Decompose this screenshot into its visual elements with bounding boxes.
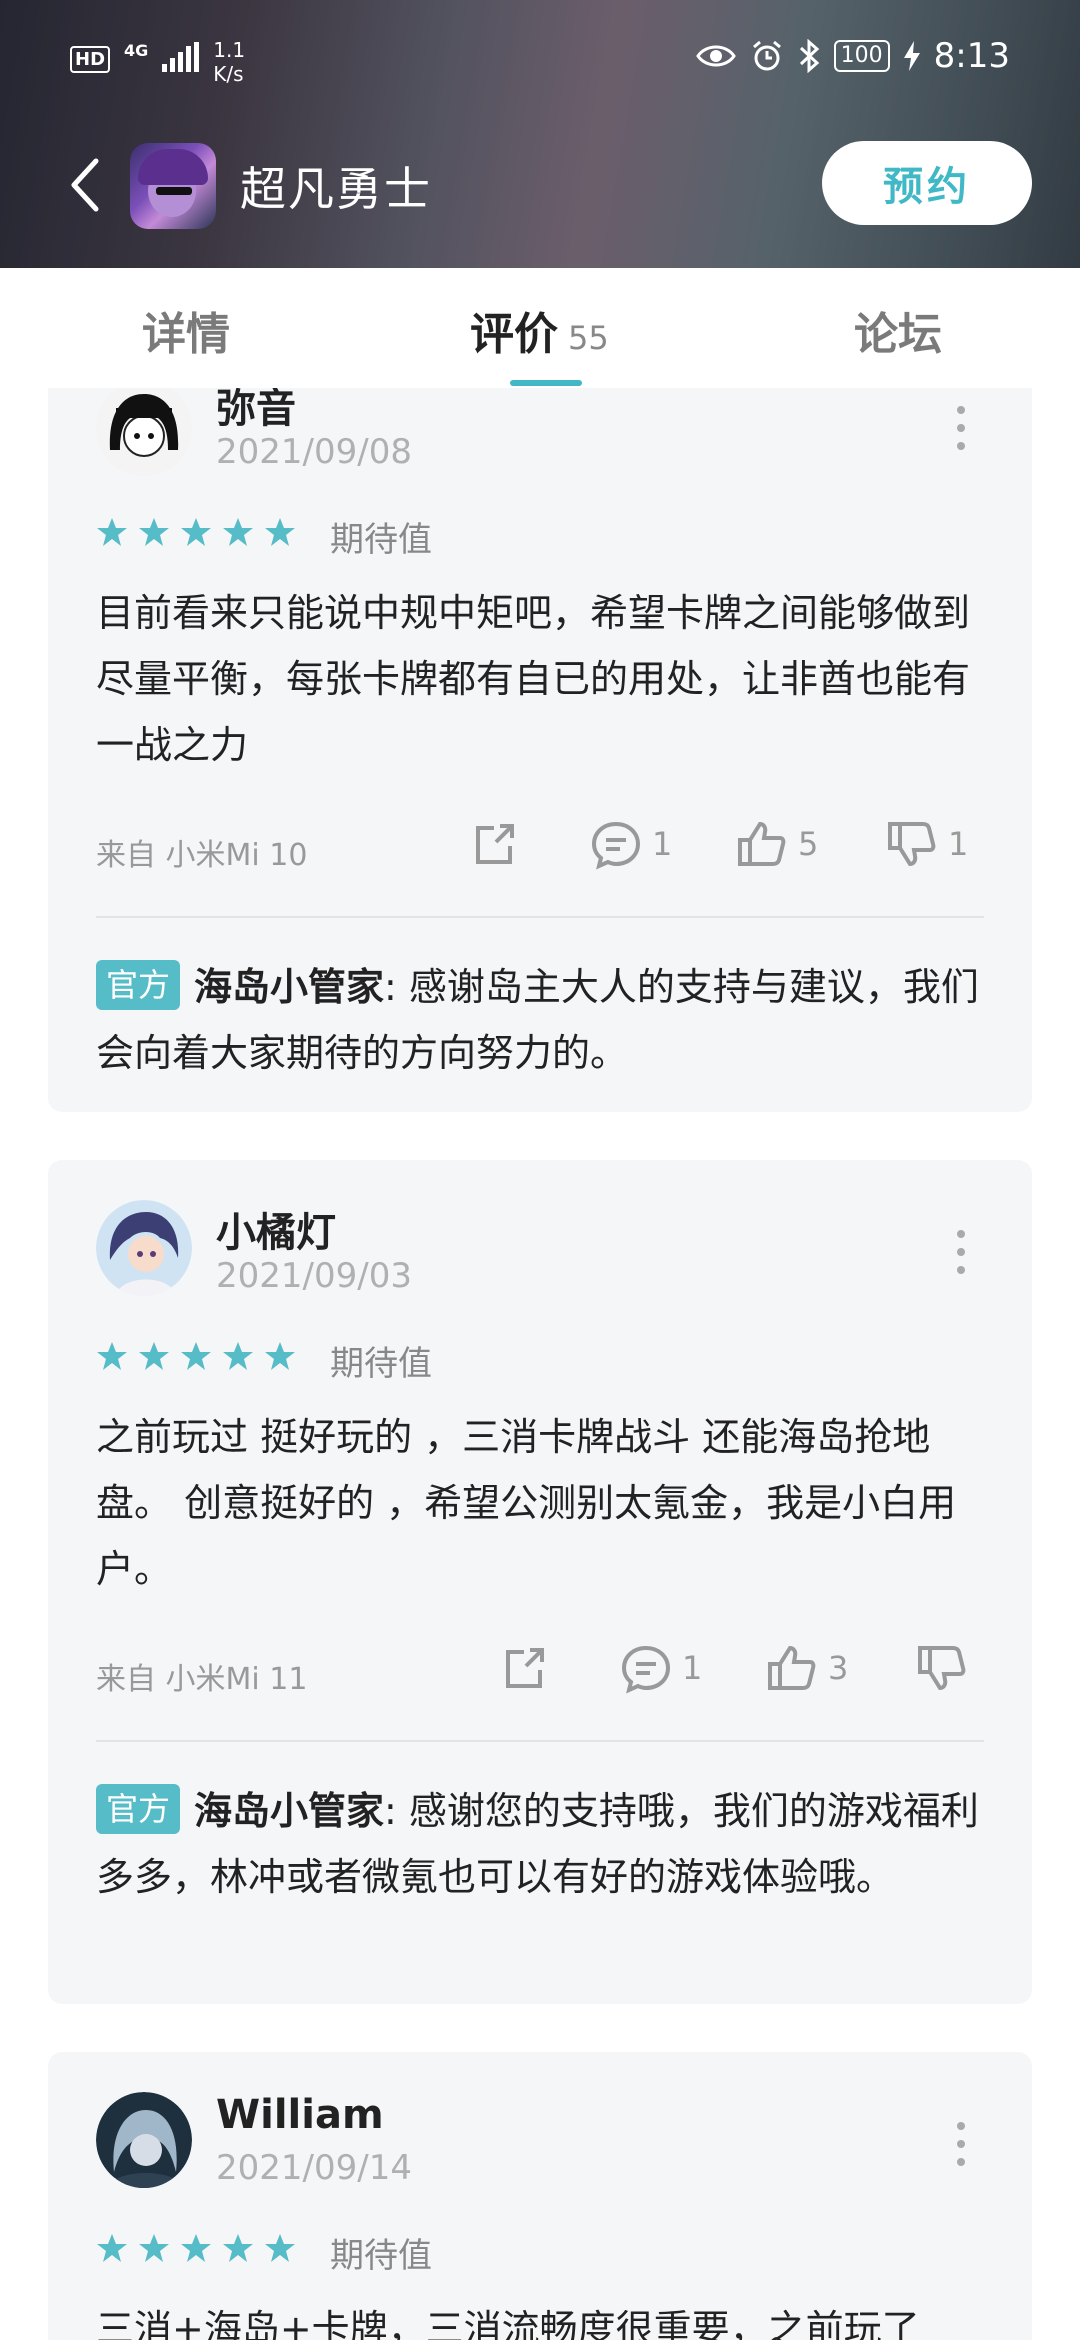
tab-detail[interactable]: 详情	[142, 298, 230, 362]
game-icon[interactable]	[130, 143, 216, 229]
like-button[interactable]: 5	[734, 816, 818, 872]
dislike-count: 1	[948, 825, 969, 863]
hd-indicator: HD	[70, 46, 111, 73]
back-arrow-icon[interactable]	[62, 155, 110, 215]
review-date: 2021/09/14	[216, 2148, 412, 2188]
star-rating	[96, 516, 296, 548]
charging-icon	[903, 41, 920, 71]
network-type: 4G	[124, 41, 149, 60]
star-icon	[97, 1342, 127, 1370]
share-button[interactable]	[466, 816, 522, 872]
star-icon	[181, 518, 211, 546]
star-icon	[139, 1342, 169, 1370]
star-icon	[139, 2234, 169, 2262]
device-info: 来自 小米Mi 11	[96, 1662, 308, 1697]
star-icon	[181, 1342, 211, 1370]
status-bar: HD 4G 1.1 K/s 100 8:13	[0, 0, 1080, 120]
star-icon	[265, 518, 295, 546]
rating-label: 期待值	[330, 1344, 432, 1384]
share-icon	[506, 1648, 544, 1688]
network-speed: 1.1 K/s	[213, 38, 245, 86]
star-rating	[96, 1340, 296, 1372]
clock: 8:13	[933, 36, 1010, 76]
review-text[interactable]: 目前看来只能说中规中矩吧，希望卡牌之间能够做到尽量平衡，每张卡牌都有自已的用处，…	[96, 580, 996, 778]
tab-forum[interactable]: 论坛	[854, 298, 942, 362]
reply-author[interactable]: 海岛小管家	[194, 1789, 384, 1833]
game-title: 超凡勇士	[240, 162, 432, 216]
star-icon	[223, 518, 253, 546]
avatar[interactable]	[96, 388, 192, 476]
review-user-name[interactable]: 小橘灯	[216, 1200, 336, 1258]
star-icon	[97, 518, 127, 546]
review-card: 弥音 2021/09/08 期待值 目前看来只能说中规中矩吧，希望卡牌之间能够做…	[48, 388, 1032, 1112]
comment-icon	[621, 1645, 671, 1694]
bluetooth-icon	[799, 39, 819, 73]
tab-reviews[interactable]: 评价 55	[470, 298, 609, 362]
comment-count: 1	[652, 825, 673, 863]
official-reply: 官方 海岛小管家: 感谢您的支持哦，我们的游戏福利多多，林冲或者微氪也可以有好的游…	[96, 1778, 996, 1910]
signal-icon	[162, 42, 200, 72]
avatar[interactable]	[96, 2092, 192, 2188]
device-info: 来自 小米Mi 10	[96, 838, 308, 873]
more-options-icon[interactable]	[954, 1230, 968, 1274]
nav-bar: 超凡勇士 预约	[0, 135, 1080, 235]
comment-count: 1	[682, 1649, 703, 1687]
official-tag: 官方	[96, 1784, 181, 1834]
share-button[interactable]	[496, 1640, 552, 1696]
comment-button[interactable]: 1	[588, 816, 672, 872]
thumbs-up-icon	[738, 821, 786, 866]
review-user-name[interactable]: 弥音	[216, 388, 296, 434]
app-header: HD 4G 1.1 K/s 100 8:13 超凡勇士 预约	[0, 0, 1080, 268]
like-count: 5	[798, 825, 819, 863]
divider	[96, 916, 984, 918]
share-icon	[476, 824, 514, 864]
thumbs-down-icon	[888, 822, 936, 867]
review-text[interactable]: 之前玩过 挺好玩的 ，三消卡牌战斗 还能海岛抢地盘。 创意挺好的 ，希望公测别太…	[96, 1404, 996, 1602]
thumbs-up-icon	[768, 1645, 816, 1690]
star-rating	[96, 2232, 296, 2264]
tab-reviews-label: 评价	[470, 309, 558, 360]
review-date: 2021/09/03	[216, 1256, 412, 1296]
review-date: 2021/09/08	[216, 432, 412, 472]
battery-indicator: 100	[833, 40, 890, 72]
alarm-icon	[752, 40, 781, 71]
review-card: William 2021/09/14 期待值 三消+海岛+卡牌，三消流畅度很重要…	[48, 2052, 1032, 2340]
review-text[interactable]: 三消+海岛+卡牌，三消流畅度很重要，之前玩了	[96, 2296, 996, 2340]
star-icon	[139, 518, 169, 546]
more-options-icon[interactable]	[954, 406, 968, 450]
rating-label: 期待值	[330, 520, 432, 560]
more-options-icon[interactable]	[954, 2122, 968, 2166]
dislike-button[interactable]	[914, 1640, 970, 1696]
speed-value: 1.1	[213, 38, 246, 62]
star-icon	[97, 2234, 127, 2262]
tab-forum-label: 论坛	[854, 309, 942, 360]
official-tag: 官方	[96, 960, 181, 1010]
review-feed[interactable]: 弥音 2021/09/08 期待值 目前看来只能说中规中矩吧，希望卡牌之间能够做…	[0, 388, 1080, 2340]
speed-unit: K/s	[213, 62, 244, 86]
star-icon	[223, 2234, 253, 2262]
dislike-button[interactable]: 1	[884, 816, 968, 872]
reviews-count: 55	[568, 319, 609, 357]
tab-detail-label: 详情	[142, 309, 230, 360]
official-reply: 官方 海岛小管家: 感谢岛主大人的支持与建议，我们会向着大家期待的方向努力的。	[96, 954, 996, 1086]
comment-button[interactable]: 1	[618, 1640, 702, 1696]
like-count: 3	[828, 1649, 849, 1687]
review-user-name[interactable]: William	[216, 2092, 384, 2138]
tab-bar: 详情 评价 55 论坛	[0, 268, 1080, 388]
reply-author[interactable]: 海岛小管家	[194, 965, 384, 1009]
star-icon	[223, 1342, 253, 1370]
avatar[interactable]	[96, 1200, 192, 1296]
reserve-button[interactable]: 预约	[822, 141, 1032, 225]
like-button[interactable]: 3	[764, 1640, 848, 1696]
eye-icon	[695, 45, 736, 67]
star-icon	[181, 2234, 211, 2262]
rating-label: 期待值	[330, 2236, 432, 2276]
thumbs-down-icon	[918, 1646, 966, 1691]
star-icon	[265, 2234, 295, 2262]
star-icon	[265, 1342, 295, 1370]
comment-icon	[591, 821, 641, 870]
active-tab-indicator	[510, 380, 582, 386]
divider	[96, 1740, 984, 1742]
review-card: 小橘灯 2021/09/03 期待值 之前玩过 挺好玩的 ，三消卡牌战斗 还能海…	[48, 1160, 1032, 2004]
